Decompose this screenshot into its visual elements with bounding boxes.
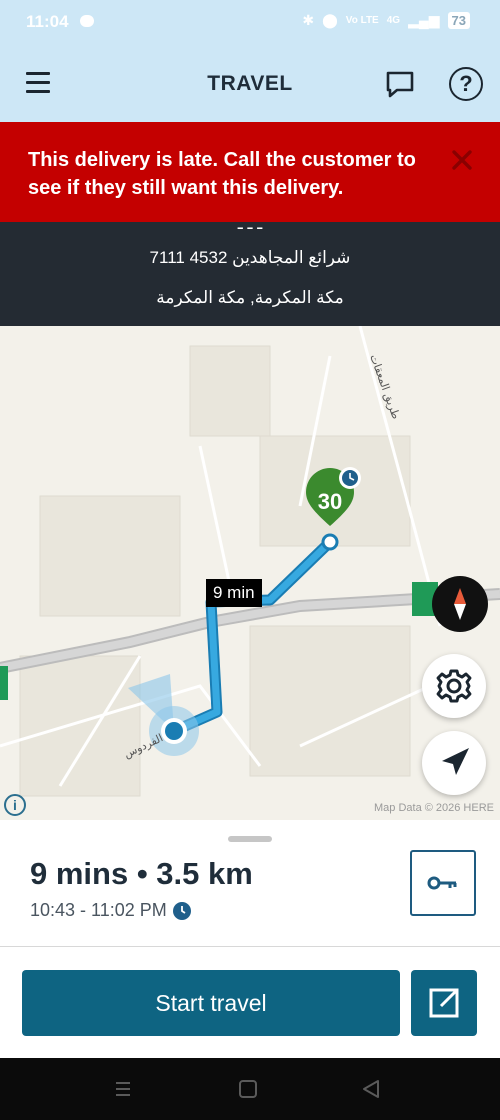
address-city: مكة المكرمة, مكة المكرمة: [156, 288, 344, 307]
network-type: Vo LTE: [345, 15, 379, 26]
bluetooth-icon: ✱: [302, 12, 315, 28]
status-time: 11:04: [26, 12, 69, 31]
location-icon: ⬤: [322, 12, 338, 28]
compass-icon[interactable]: [432, 576, 488, 632]
drag-handle[interactable]: [228, 836, 272, 842]
signal-type: 4G: [386, 15, 401, 26]
route-map[interactable]: طريق المعقات الفردوس 30 9 min i Map Data…: [0, 326, 500, 820]
eta-label: 9 min: [206, 579, 262, 607]
recent-apps-icon[interactable]: [110, 1076, 136, 1102]
back-icon[interactable]: [358, 1076, 384, 1102]
delivery-address: ـ ـ ـ شرائع المجاهدين 4532 7111 مكة المك…: [0, 222, 500, 326]
chat-notification-icon: [80, 15, 94, 27]
clock-icon: [172, 901, 191, 920]
recenter-location-icon[interactable]: [422, 731, 486, 795]
address-street: شرائع المجاهدين 4532 7111: [149, 248, 351, 267]
alert-message: This delivery is late. Call the customer…: [28, 149, 416, 199]
external-navigation-icon[interactable]: [411, 970, 477, 1036]
status-bar: 11:04 ✱ ⬤ Vo LTE 4G ▂▄▆ 73: [0, 0, 500, 46]
address-cut-line: ـ ـ ـ: [237, 222, 263, 233]
signal-icon: ▂▄▆: [408, 12, 440, 28]
late-delivery-alert: This delivery is late. Call the customer…: [0, 122, 500, 222]
system-navigation-bar: [0, 1058, 500, 1120]
destination-node: [321, 533, 339, 551]
battery-level: 73: [447, 12, 470, 29]
map-attribution: Map Data © 2026 HERE: [374, 802, 494, 814]
road-label: طريق المعقات: [366, 353, 402, 422]
road-sign-icon: [0, 666, 8, 700]
page-title: TRAVEL: [207, 72, 293, 95]
settings-icon[interactable]: [422, 654, 486, 718]
info-icon[interactable]: i: [4, 794, 26, 816]
time-window-text: 10:43 - 11:02 PM: [30, 900, 167, 920]
current-location-icon: [165, 722, 183, 740]
chat-icon[interactable]: [384, 68, 416, 100]
status-indicators: ✱ ⬤ Vo LTE 4G ▂▄▆ 73: [302, 12, 470, 29]
trip-summary-sheet: 9 mins • 3.5 km 10:43 - 11:02 PM: [0, 820, 500, 946]
divider: [0, 946, 500, 947]
trip-duration-distance: 9 mins • 3.5 km: [30, 856, 253, 891]
home-icon[interactable]: [235, 1076, 261, 1102]
app-bar: TRAVEL ?: [0, 46, 500, 122]
key-icon[interactable]: [410, 850, 476, 916]
trip-time-window: 10:43 - 11:02 PM: [30, 900, 191, 921]
stop-number: 30: [318, 489, 342, 514]
start-travel-button[interactable]: Start travel: [22, 970, 400, 1036]
help-icon[interactable]: ?: [449, 67, 483, 101]
close-icon[interactable]: [450, 148, 474, 172]
